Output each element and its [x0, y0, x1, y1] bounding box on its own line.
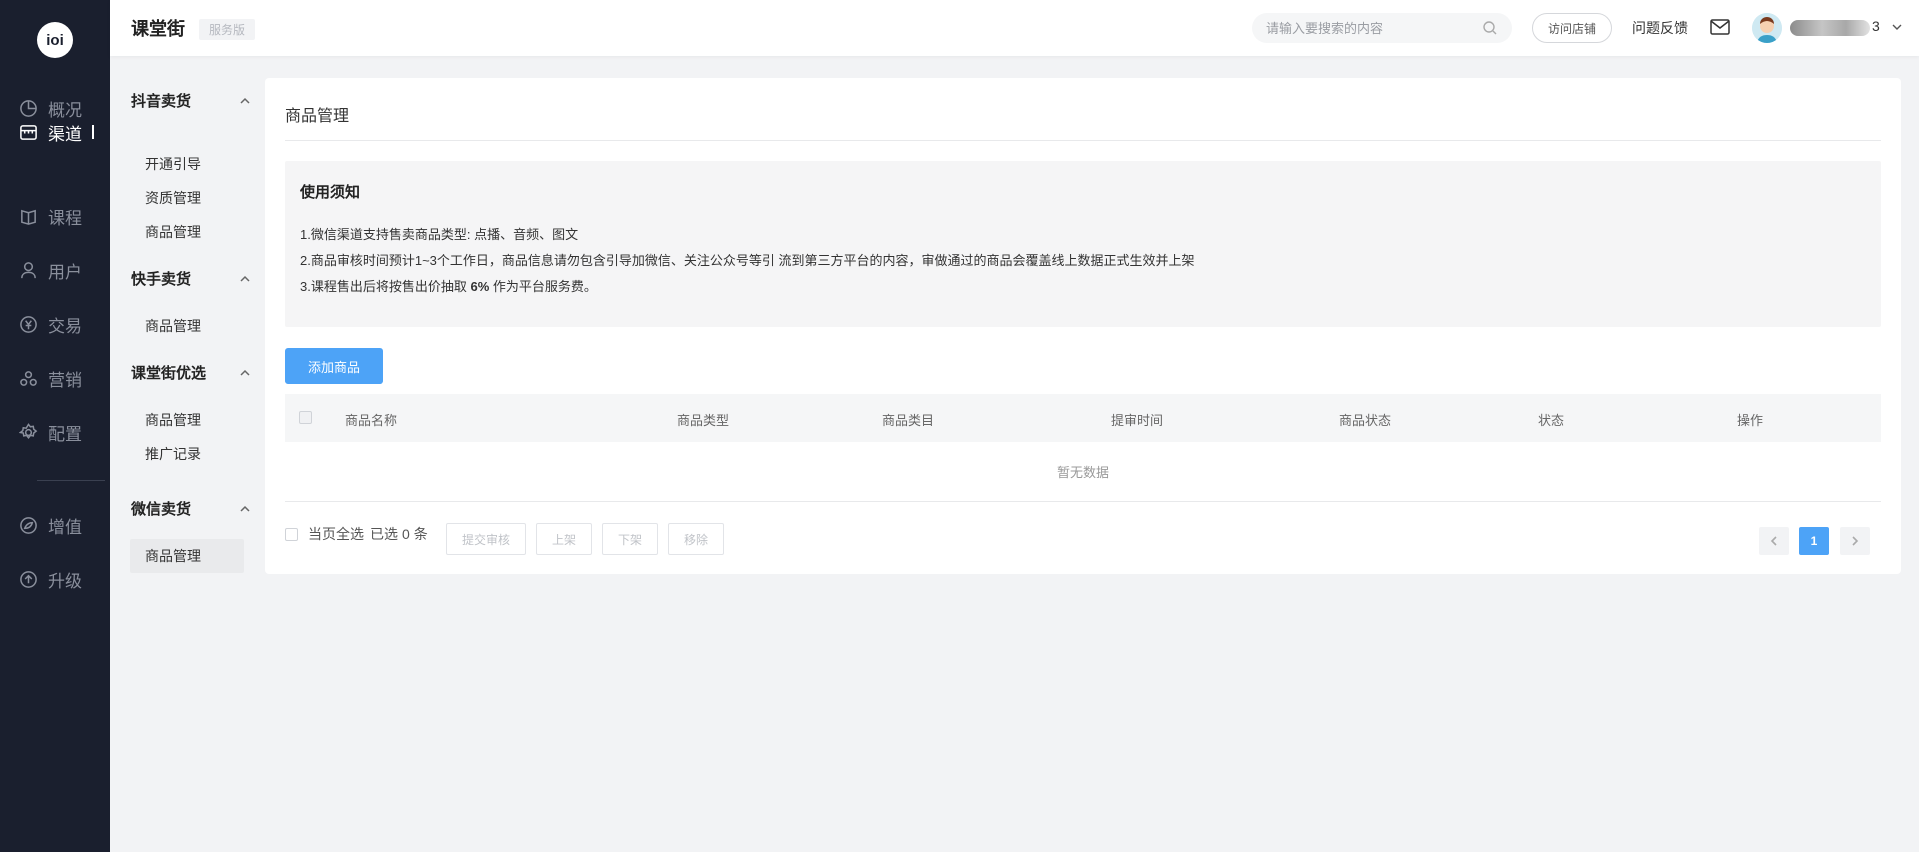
- chevron-up-icon: [240, 505, 250, 512]
- page-title: 商品管理: [285, 108, 350, 125]
- chevron-up-icon: [240, 97, 250, 104]
- search-icon[interactable]: [1482, 20, 1498, 36]
- chevron-right-icon: [1852, 536, 1859, 546]
- selected-prefix: 已选: [370, 526, 398, 542]
- table-header: 商品名称 商品类型 商品类目 提审时间 商品状态 状态 操作: [285, 394, 1881, 442]
- chevron-up-icon: [240, 275, 250, 282]
- search-box[interactable]: [1252, 13, 1512, 43]
- visit-store-button[interactable]: 访问店铺: [1532, 13, 1612, 43]
- selected-count: 0: [402, 526, 410, 542]
- channel-subnav: 抖音卖货 开通引导 资质管理 商品管理 快手卖货 商品管理 课堂街优选 商品管理…: [110, 56, 258, 852]
- subnav-item-kuaishou-products[interactable]: 商品管理: [130, 309, 244, 343]
- nav-item-trade[interactable]: 交易: [0, 304, 110, 344]
- gift-icon: [18, 368, 38, 388]
- user-icon: [18, 260, 38, 280]
- subnav-item-promotion-records[interactable]: 推广记录: [130, 437, 244, 471]
- notice-title: 使用须知: [300, 184, 361, 201]
- column-header-actions: 操作: [1737, 413, 1764, 428]
- list-off-button[interactable]: 下架: [602, 523, 658, 555]
- nav-item-user[interactable]: 用户: [0, 250, 110, 290]
- submit-review-button[interactable]: 提交审核: [446, 523, 526, 555]
- add-product-button[interactable]: 添加商品: [285, 348, 383, 384]
- store-icon: [18, 122, 38, 142]
- avatar[interactable]: [1752, 13, 1782, 43]
- notice-line-3-suffix: 作为平台服务费。: [489, 279, 597, 294]
- service-fee-rate: 6%: [470, 279, 490, 294]
- nav-item-value-added[interactable]: 增值: [0, 505, 110, 545]
- yen-circle-icon: [18, 314, 38, 334]
- column-header-submit-time: 提审时间: [1111, 413, 1164, 428]
- group-kuaishou[interactable]: 快手卖货: [131, 268, 251, 289]
- nav-item-label: 营销: [48, 370, 82, 390]
- group-title-label: 快手卖货: [131, 271, 192, 288]
- empty-state: 暂无数据: [285, 442, 1881, 502]
- column-header-category: 商品类目: [882, 413, 935, 428]
- column-header-name: 商品名称: [345, 413, 398, 428]
- app-logo[interactable]: ioi: [37, 22, 73, 58]
- book-icon: [18, 206, 38, 226]
- leaf-icon: [18, 515, 38, 535]
- nav-item-course[interactable]: 课程: [0, 196, 110, 236]
- nav-divider: [37, 480, 105, 481]
- column-header-status: 状态: [1538, 413, 1565, 428]
- nav-item-channel[interactable]: 渠道: [0, 112, 110, 152]
- chevron-up-icon: [240, 369, 250, 376]
- username[interactable]: 3: [1872, 18, 1880, 34]
- column-header-type: 商品类型: [677, 413, 730, 428]
- group-douyin[interactable]: 抖音卖货: [131, 90, 251, 111]
- feedback-link[interactable]: 问题反馈: [1632, 18, 1688, 38]
- column-header-product-status: 商品状态: [1339, 413, 1392, 428]
- header-checkbox[interactable]: [299, 411, 312, 424]
- pagination-prev[interactable]: [1759, 527, 1789, 555]
- notice-line-1: 1.微信渠道支持售卖商品类型: 点播、音频、图文: [300, 227, 579, 242]
- subnav-item-onboarding[interactable]: 开通引导: [130, 147, 244, 181]
- nav-item-label: 交易: [48, 316, 82, 336]
- nav-item-label: 增值: [48, 517, 82, 537]
- select-all-checkbox[interactable]: [285, 527, 298, 541]
- nav-item-label: 配置: [48, 424, 82, 444]
- chevron-left-icon: [1770, 536, 1777, 546]
- selected-suffix: 条: [413, 526, 428, 542]
- group-title-label: 课堂街优选: [131, 365, 207, 382]
- nav-item-label: 课程: [48, 208, 82, 228]
- nav-item-label: 渠道: [48, 124, 82, 144]
- main-nav-rail: ioi 概况 渠道 课程 用户 交易 营销 配置 增值 升级: [0, 0, 110, 852]
- subnav-item-qualification[interactable]: 资质管理: [130, 181, 244, 215]
- subnav-item-select-products[interactable]: 商品管理: [130, 403, 244, 437]
- remove-button[interactable]: 移除: [668, 523, 724, 555]
- nav-item-config[interactable]: 配置: [0, 412, 110, 452]
- brand-tag: 服务版: [199, 19, 256, 40]
- list-on-button[interactable]: 上架: [536, 523, 592, 555]
- nav-item-marketing[interactable]: 营销: [0, 358, 110, 398]
- chevron-down-icon[interactable]: [1890, 20, 1904, 34]
- brand-name: 课堂街: [131, 19, 185, 39]
- group-wechat[interactable]: 微信卖货: [131, 498, 251, 519]
- bulk-select: 当页全选 已选 0 条: [285, 524, 428, 544]
- nav-item-upgrade[interactable]: 升级: [0, 559, 110, 599]
- group-ketangjie-select[interactable]: 课堂街优选: [131, 362, 251, 383]
- upgrade-icon: [18, 569, 38, 589]
- username-redacted: [1790, 20, 1870, 36]
- usage-notice: 使用须知 1.微信渠道支持售卖商品类型: 点播、音频、图文 2.商品审核时间预计…: [285, 161, 1881, 327]
- group-title-label: 抖音卖货: [131, 93, 192, 110]
- search-input[interactable]: [1266, 20, 1476, 36]
- notice-line-2: 2.商品审核时间预计1~3个工作日，商品信息请勿包含引导加微信、关注公众号等引 …: [300, 253, 1195, 268]
- gear-icon: [18, 422, 38, 442]
- notice-line-3-text: 3.课程售出后将按售出价抽取: [300, 279, 471, 294]
- subnav-item-wechat-products[interactable]: 商品管理: [130, 539, 244, 573]
- active-indicator: [92, 125, 94, 139]
- main-content-card: 商品管理 使用须知 1.微信渠道支持售卖商品类型: 点播、音频、图文 2.商品审…: [265, 78, 1901, 574]
- pagination-page-current[interactable]: 1: [1799, 527, 1829, 555]
- subnav-item-douyin-products[interactable]: 商品管理: [130, 215, 244, 249]
- top-header: 课堂街 服务版 访问店铺 问题反馈 3: [110, 0, 1919, 56]
- notice-line-3: 3.课程售出后将按售出价抽取 6% 作为平台服务费。: [300, 276, 597, 295]
- pagination-next[interactable]: [1840, 527, 1870, 555]
- nav-item-label: 升级: [48, 571, 82, 591]
- group-title-label: 微信卖货: [131, 501, 192, 518]
- nav-item-label: 用户: [48, 262, 82, 282]
- title-divider: [285, 140, 1881, 141]
- select-all-label[interactable]: 当页全选: [308, 524, 364, 544]
- mail-icon[interactable]: [1710, 19, 1730, 35]
